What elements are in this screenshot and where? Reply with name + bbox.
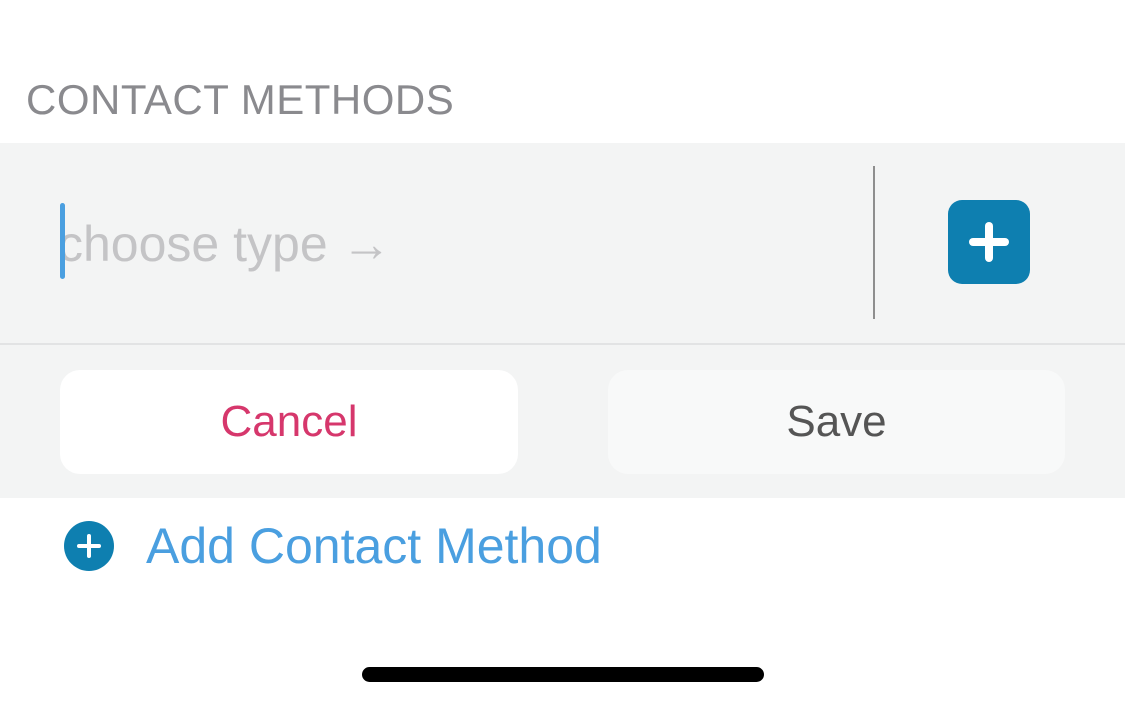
add-value-button[interactable] [948, 200, 1030, 284]
add-contact-method-button[interactable]: Add Contact Method [64, 518, 602, 574]
cancel-button[interactable]: Cancel [60, 370, 518, 474]
add-contact-method-label: Add Contact Method [146, 518, 602, 574]
text-caret [60, 203, 65, 279]
save-button[interactable]: Save [608, 370, 1065, 474]
type-input-row [0, 143, 1125, 343]
section-header-contact-methods: CONTACT METHODS [26, 76, 455, 123]
plus-circle-icon [64, 521, 114, 571]
contact-method-editor: Cancel Save [0, 143, 1125, 498]
plus-icon [969, 222, 1009, 262]
plus-glyph [77, 534, 101, 558]
contact-type-input[interactable] [58, 209, 838, 279]
home-indicator[interactable] [362, 667, 764, 682]
horizontal-divider [0, 343, 1125, 345]
contact-methods-screen: CONTACT METHODS Cancel Save Add Contact [0, 0, 1125, 706]
vertical-divider [873, 166, 875, 319]
